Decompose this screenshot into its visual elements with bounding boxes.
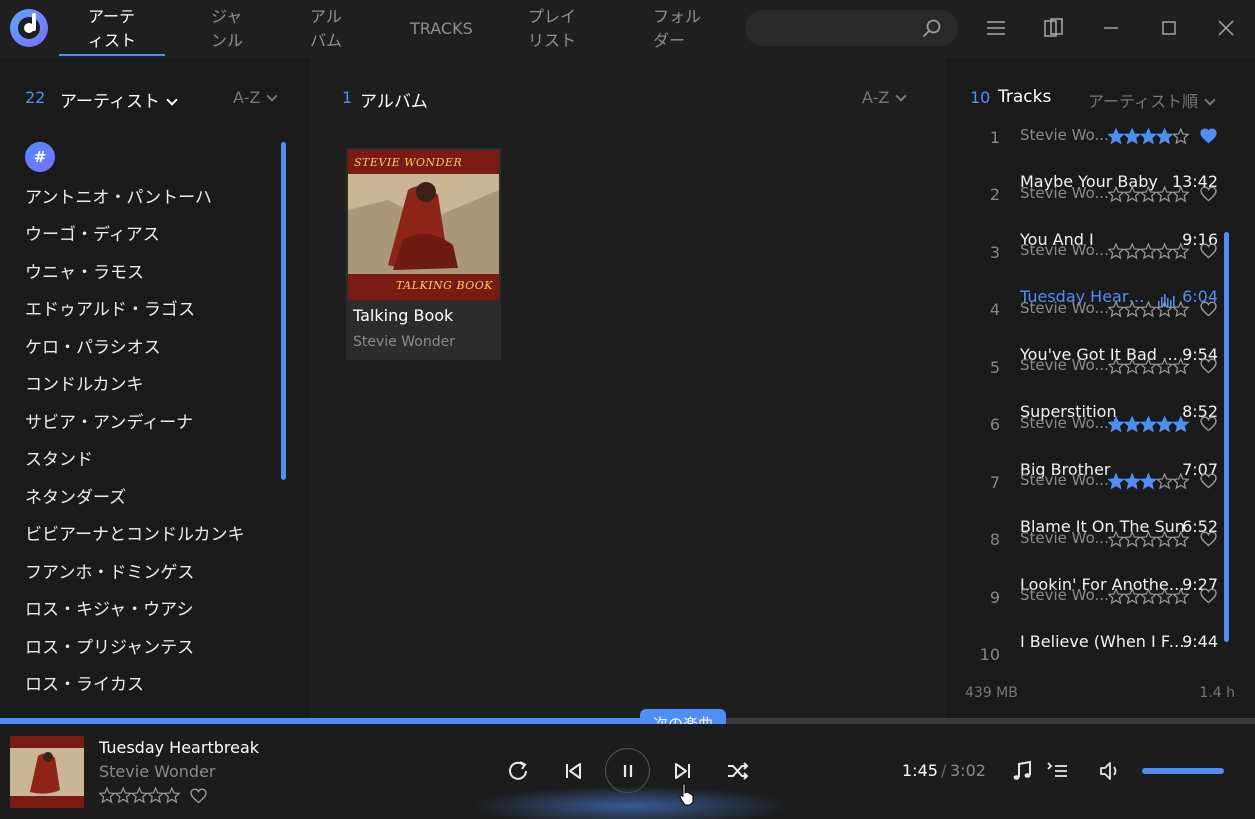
search-icon[interactable] (922, 18, 942, 38)
artist-item[interactable]: ロス・プリジャンテス (25, 633, 194, 658)
tracks-panel: 10 Tracks アーティスト順 1 Stevie Wo... 2 Maybe Yo… (946, 58, 1255, 718)
now-playing-cover[interactable] (10, 736, 84, 808)
track-row[interactable]: 10 I Believe (When I Fal... 9:44 (946, 596, 1255, 663)
track-row[interactable]: 6 Superstition 8:52 Stevie Wo... (946, 366, 1255, 434)
tab-tracks[interactable]: TRACKS (410, 3, 473, 55)
track-number: 10 (979, 645, 1000, 663)
track-row[interactable]: 4 Tuesday Heart... 6:04 Stevie Wo... (946, 251, 1255, 319)
mouse-cursor-icon (679, 783, 694, 806)
library-duration: 1.4 h (1199, 685, 1235, 701)
album-card[interactable]: STEVIE WONDER TALKING BOOK Talking Book … (346, 148, 501, 360)
artists-title-dropdown[interactable]: アーティスト (60, 87, 178, 112)
queue-icon[interactable] (1045, 758, 1071, 784)
top-bar: アーテ ィスト ジャ ンル アル バム TRACKS プレイ リスト フォル ダ… (0, 0, 1255, 58)
now-playing-artist[interactable]: Stevie Wonder (99, 762, 216, 781)
artist-item[interactable]: ウーゴ・ディアス (25, 220, 160, 245)
now-playing-title: Tuesday Heartbreak (99, 738, 260, 757)
volume-slider[interactable] (1142, 768, 1224, 774)
artist-item[interactable]: スタンド (25, 445, 93, 470)
track-row[interactable]: 7 Big Brother 7:07 Stevie Wo... (946, 424, 1255, 492)
shuffle-icon[interactable] (725, 758, 751, 784)
star-icon[interactable] (162, 786, 181, 804)
heart-icon[interactable] (190, 788, 207, 804)
mini-player-icon[interactable] (1042, 16, 1066, 40)
artist-item[interactable]: コンドルカンキ (25, 370, 144, 395)
chevron-down-icon (266, 90, 278, 102)
tab-albums[interactable]: アル バム (310, 3, 342, 55)
star-icon[interactable] (130, 786, 149, 804)
pause-button[interactable] (605, 748, 650, 793)
close-icon[interactable] (1214, 16, 1238, 40)
track-row[interactable]: 2 Maybe Your Baby 13:42 Stevie Wo... (946, 136, 1255, 204)
tab-folders[interactable]: フォル ダー (653, 3, 701, 55)
star-icon[interactable] (146, 786, 165, 804)
artist-item[interactable]: ビビアーナとコンドルカンキ (25, 520, 244, 545)
star-rating[interactable] (98, 786, 181, 804)
track-row[interactable]: 3 You And I 9:16 Stevie Wo... (946, 194, 1255, 262)
next-icon[interactable] (670, 758, 696, 784)
chevron-down-icon (166, 94, 178, 106)
artist-item[interactable]: ロス・ライカス (25, 670, 144, 695)
chevron-down-icon (895, 90, 907, 102)
volume-icon[interactable] (1097, 758, 1123, 784)
artist-item[interactable]: エドゥアルド・ラゴス (25, 295, 195, 320)
artist-item[interactable]: アントニオ・パントーハ (25, 183, 212, 208)
artists-count: 22 (25, 88, 46, 107)
artists-panel: 22 アーティスト A-Z # アントニオ・パントーハ ウーゴ・ディアス ウニャ… (0, 58, 310, 718)
star-icon[interactable] (98, 786, 116, 804)
pause-icon (623, 765, 633, 777)
star-icon[interactable] (114, 786, 133, 804)
track-list: 1 Stevie Wo... 2 Maybe Your Baby 13:42 Stevie… (946, 58, 1255, 663)
music-note-icon[interactable] (1010, 758, 1036, 784)
albums-count: 1 (342, 88, 353, 107)
tab-genres[interactable]: ジャ ンル (211, 3, 243, 55)
albums-panel: 1 アルバム A-Z STEVIE WONDER TALKING BOOK Ta… (310, 58, 946, 718)
minimize-icon[interactable] (1099, 16, 1123, 40)
track-row[interactable]: 5 You've Got It Bad Girl 9:54 Stevie Wo... (946, 309, 1255, 377)
tracks-scrollbar[interactable] (1224, 232, 1229, 642)
artists-sort-label: A-Z (233, 88, 261, 107)
current-time: 1:45 (902, 761, 938, 780)
track-row[interactable]: 9 Lookin' For Another... 9:27 Stevie Wo... (946, 539, 1255, 607)
artist-item[interactable]: ケロ・パラシオス (25, 333, 161, 358)
time-separator: / (941, 761, 947, 780)
maximize-icon[interactable] (1157, 16, 1181, 40)
artist-item[interactable]: ロス・キジャ・ウアシ (25, 595, 193, 620)
artists-sort-dropdown[interactable]: A-Z (233, 88, 278, 107)
total-time: 3:02 (950, 761, 986, 780)
menu-icon[interactable] (984, 16, 1008, 40)
album-cover-top-text: STEVIE WONDER (354, 156, 463, 169)
artist-item[interactable]: フアンホ・ドミンゲス (25, 558, 194, 583)
artists-title: アーティスト (60, 92, 160, 112)
search-input[interactable] (745, 10, 958, 46)
app-logo-icon[interactable] (10, 9, 48, 47)
album-cover-bottom-text: TALKING BOOK (396, 279, 493, 292)
album-artist: Stevie Wonder (353, 334, 455, 350)
previous-icon[interactable] (560, 758, 586, 784)
alphabet-index-badge[interactable]: # (25, 142, 55, 172)
track-duration: 9:44 (1182, 632, 1218, 651)
albums-title: アルバム (360, 92, 428, 112)
album-cover: STEVIE WONDER TALKING BOOK (348, 150, 499, 300)
tab-playlists[interactable]: プレイ リスト (528, 3, 576, 55)
albums-sort-dropdown[interactable]: A-Z (862, 88, 907, 107)
track-row[interactable]: 1 Stevie Wo... (946, 79, 1255, 147)
track-row[interactable]: 8 Blame It On The Sun 6:52 Stevie Wo... (946, 481, 1255, 549)
artists-scrollbar[interactable] (281, 142, 286, 480)
artist-item[interactable]: ネタンダーズ (25, 483, 126, 508)
albums-sort-label: A-Z (862, 88, 890, 107)
artist-item[interactable]: サビア・アンディーナ (25, 408, 193, 433)
player-bar: Tuesday Heartbreak Stevie Wonder 1:45 / … (0, 724, 1255, 819)
tab-artists[interactable]: アーテ ィスト (58, 3, 166, 56)
artist-item[interactable]: ウニャ・ラモス (25, 258, 144, 283)
album-title: Talking Book (353, 306, 454, 325)
now-playing-rating[interactable] (98, 786, 181, 808)
library-size: 439 MB (965, 685, 1018, 701)
repeat-icon[interactable] (505, 758, 531, 784)
